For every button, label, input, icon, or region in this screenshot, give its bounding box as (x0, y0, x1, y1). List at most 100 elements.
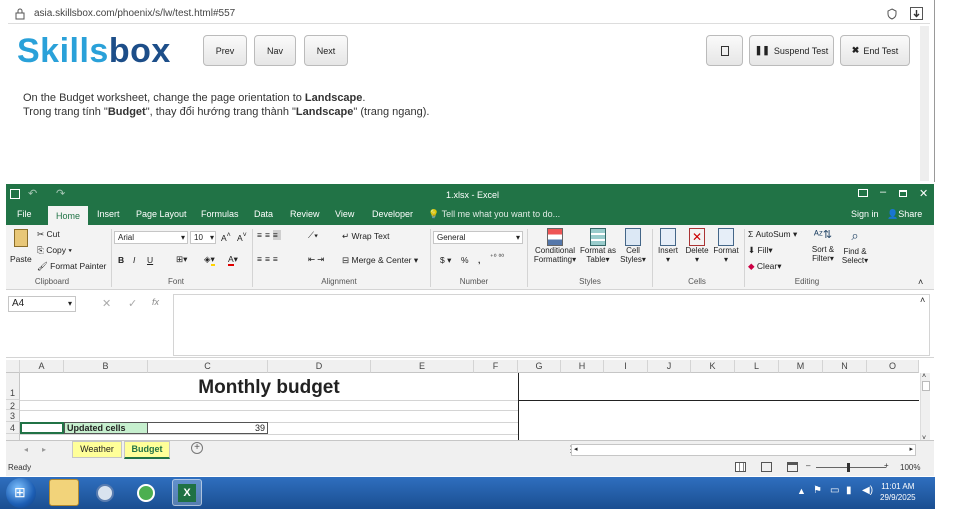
prev-button[interactable]: Prev (203, 35, 247, 66)
tab-insert[interactable]: Insert (97, 209, 120, 219)
zoom-slider-thumb[interactable] (847, 463, 850, 472)
scroll-right-arrow[interactable]: ▸ (909, 445, 913, 453)
column-header-i[interactable]: I (604, 360, 648, 373)
show-hidden-icons[interactable]: ▲ (797, 486, 806, 496)
save-icon[interactable] (10, 189, 20, 199)
tab-view[interactable]: View (335, 209, 354, 219)
merge-center-button[interactable]: ⊟ Merge & Center ▾ (342, 255, 418, 266)
zoom-in-button[interactable]: + (884, 461, 889, 470)
action-center-icon[interactable]: ⚑ (813, 485, 822, 496)
worksheet-grid[interactable]: A B C D E F G H I J K L M N O 1 2 3 4 Mo… (6, 360, 934, 442)
vertical-scrollbar[interactable]: ˄ ˅ (920, 373, 930, 442)
horizontal-scrollbar[interactable]: ◂ ▸ (571, 444, 916, 456)
row-header-1[interactable]: 1 (6, 373, 20, 400)
number-format-select[interactable]: General ▾ (433, 231, 523, 244)
format-as-table-button[interactable]: Format as Table▾ (578, 228, 618, 264)
font-name-select[interactable]: Arial ▾ (114, 231, 188, 244)
redo-icon[interactable]: ↷ (56, 187, 65, 200)
format-cells-button[interactable]: Format ▾ (711, 228, 741, 264)
tab-file[interactable]: File (17, 209, 32, 219)
clock[interactable]: 11:01 AM 29/9/2025 (880, 481, 916, 503)
sheet-tab-budget[interactable]: Budget (124, 441, 170, 459)
cut-button[interactable]: ✂ Cut (37, 229, 60, 240)
cell-styles-button[interactable]: Cell Styles▾ (618, 228, 648, 264)
orientation-icon[interactable]: ⟋▾ (308, 230, 318, 241)
scroll-thumb[interactable] (922, 381, 930, 391)
page-layout-view-icon[interactable] (761, 462, 772, 472)
fill-color-icon[interactable]: ◈▾ (204, 254, 215, 266)
sign-in-link[interactable]: Sign in (851, 209, 879, 219)
enter-formula-icon[interactable]: ✓ (128, 297, 137, 310)
share-button[interactable]: 👤Share (887, 209, 922, 220)
calculator-button[interactable] (706, 35, 743, 66)
minimize-icon[interactable]: – (880, 186, 886, 198)
column-header-g[interactable]: G (518, 360, 561, 373)
collapse-ribbon-icon[interactable]: ˄ (918, 277, 923, 287)
add-sheet-icon[interactable]: + (191, 442, 203, 454)
column-header-c[interactable]: C (148, 360, 268, 373)
close-window-icon[interactable]: ✕ (919, 187, 928, 200)
download-icon[interactable] (910, 7, 923, 20)
vertical-align-icons[interactable]: ≡≡≡ (257, 230, 281, 240)
expand-formula-icon[interactable]: ˄ (920, 295, 925, 305)
format-painter-button[interactable]: 🖌 Format Painter (37, 261, 106, 272)
cancel-formula-icon[interactable]: ✕ (102, 297, 111, 310)
end-test-button[interactable]: ✖ End Test (840, 35, 910, 66)
column-header-o[interactable]: O (867, 360, 919, 373)
indent-icons[interactable]: ⇤⇥ (308, 254, 326, 265)
autosum-button[interactable]: Σ AutoSum ▾ (748, 229, 797, 240)
column-header-e[interactable]: E (371, 360, 474, 373)
insert-cells-button[interactable]: Insert ▾ (654, 228, 682, 264)
fill-button[interactable]: ⬇ Fill▾ (748, 245, 773, 256)
scroll-left-icon[interactable]: ◂ (24, 445, 28, 454)
zoom-out-button[interactable]: – (806, 461, 810, 470)
scroll-left-arrow[interactable]: ◂ (574, 445, 578, 453)
column-header-h[interactable]: H (561, 360, 604, 373)
network-icon[interactable]: ▮ (846, 485, 852, 496)
delete-cells-button[interactable]: ✕ Delete ▾ (683, 228, 711, 264)
font-size-select[interactable]: 10 ▾ (190, 231, 216, 244)
cell-b4[interactable]: Updated cells (64, 422, 148, 434)
volume-icon[interactable]: ◀) (862, 485, 873, 496)
start-button[interactable]: ⊞ (6, 478, 36, 508)
decimal-buttons[interactable]: ⁺⁰ ⁰⁰ (490, 253, 504, 261)
percent-button[interactable]: % (461, 255, 469, 265)
formula-input[interactable] (173, 294, 930, 356)
tab-formulas[interactable]: Formulas (201, 209, 239, 219)
column-header-m[interactable]: M (779, 360, 823, 373)
row-header-3[interactable]: 3 (6, 410, 20, 422)
zoom-slider[interactable] (816, 467, 886, 468)
font-color-icon[interactable]: A▾ (228, 254, 238, 266)
select-all-corner[interactable] (6, 360, 20, 373)
column-header-b[interactable]: B (64, 360, 148, 373)
suspend-test-button[interactable]: ❚❚ Suspend Test (749, 35, 834, 66)
copy-button[interactable]: ⎘ Copy ▾ (37, 245, 72, 256)
tab-home[interactable]: Home (48, 206, 88, 225)
column-header-n[interactable]: N (823, 360, 867, 373)
row-header-4[interactable]: 4 (6, 422, 20, 434)
greenshot-icon[interactable] (131, 479, 161, 506)
column-header-a[interactable]: A (20, 360, 64, 373)
scroll-right-icon[interactable]: ▸ (42, 445, 46, 454)
insert-function-icon[interactable]: fx (152, 297, 159, 307)
sort-filter-button[interactable]: ᴬᶻ⇅ Sort & Filter▾ (808, 228, 838, 263)
normal-view-icon[interactable] (735, 462, 746, 472)
browser-scrollbar[interactable] (920, 26, 929, 181)
comma-button[interactable]: , (478, 255, 480, 265)
sheet-tab-weather[interactable]: Weather (72, 441, 122, 458)
currency-button[interactable]: $ ▾ (440, 255, 451, 266)
next-button[interactable]: Next (304, 35, 348, 66)
name-box[interactable]: A4 ▾ (8, 296, 76, 312)
column-header-f[interactable]: F (474, 360, 518, 373)
cell-c4[interactable]: 39 (148, 422, 268, 434)
column-header-k[interactable]: K (691, 360, 735, 373)
tab-page-layout[interactable]: Page Layout (136, 209, 187, 219)
grow-font-button[interactable]: A˄ (221, 231, 231, 243)
excel-taskbar-icon[interactable]: X (172, 479, 202, 506)
clear-button[interactable]: ◆ Clear▾ (748, 261, 782, 272)
tab-data[interactable]: Data (254, 209, 273, 219)
page-break-view-icon[interactable] (787, 462, 798, 472)
zoom-level[interactable]: 100% (900, 463, 920, 472)
paste-button[interactable]: Paste (10, 229, 32, 271)
cell-title[interactable]: Monthly budget (20, 373, 518, 400)
